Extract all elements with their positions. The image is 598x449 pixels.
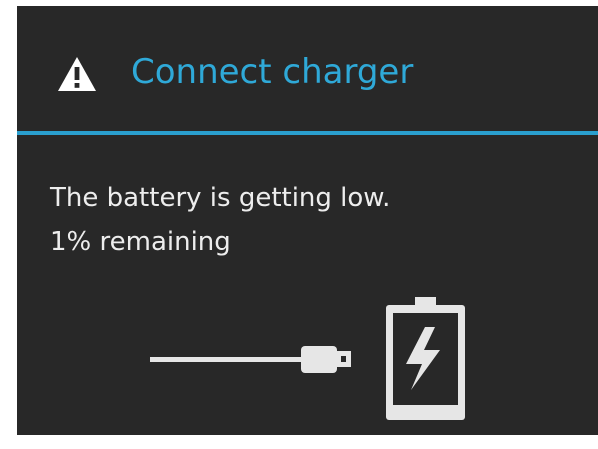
low-battery-dialog: Connect charger The battery is getting l… — [17, 6, 598, 435]
dialog-message: The battery is getting low. 1% remaining — [50, 176, 390, 264]
warning-triangle-icon — [58, 57, 96, 91]
charger-illustration — [150, 297, 465, 420]
dialog-title: Connect charger — [131, 52, 414, 92]
charging-battery-icon — [386, 297, 465, 420]
battery-remaining-text: 1% remaining — [50, 227, 231, 257]
battery-low-text: The battery is getting low. — [50, 183, 391, 213]
dialog-title-bar: Connect charger — [17, 6, 598, 131]
usb-cable-icon — [150, 346, 351, 373]
title-divider — [17, 131, 598, 135]
